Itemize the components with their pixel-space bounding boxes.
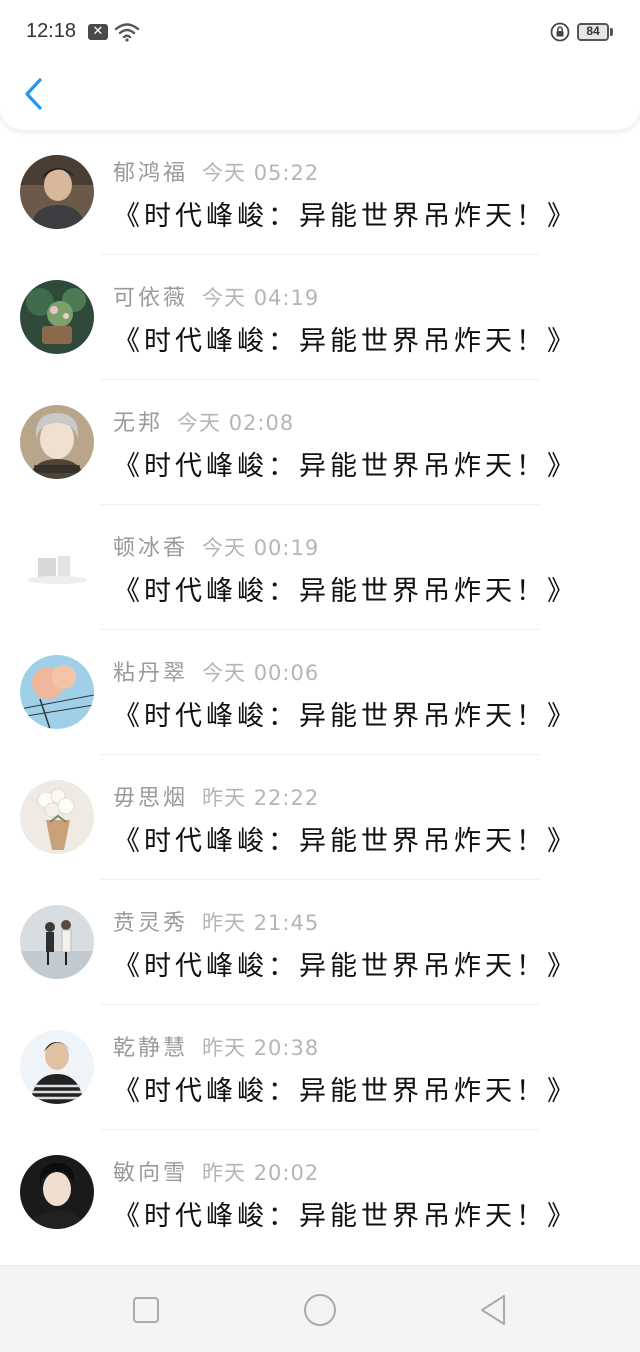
avatar: [20, 780, 94, 854]
list-item[interactable]: 贲灵秀 昨天 21:45 《时代峰峻：异能世界吊炸天！》: [0, 880, 640, 1005]
avatar: [20, 905, 94, 979]
list-item[interactable]: 郁鸿福 今天 05:22 《时代峰峻：异能世界吊炸天！》: [0, 130, 640, 255]
message-time: 昨天 21:45: [202, 911, 320, 935]
list-item[interactable]: 可依薇 今天 04:19 《时代峰峻：异能世界吊炸天！》: [0, 255, 640, 380]
avatar: [20, 1030, 94, 1104]
avatar: [20, 155, 94, 229]
list-item[interactable]: 无邦 今天 02:08 《时代峰峻：异能世界吊炸天！》: [0, 380, 640, 505]
message-text: 《时代峰峻：异能世界吊炸天！》: [113, 201, 578, 232]
recent-apps-button[interactable]: [124, 1288, 168, 1332]
list-item[interactable]: 粘丹翠 今天 00:06 《时代峰峻：异能世界吊炸天！》: [0, 630, 640, 755]
sender-name: 郁鸿福 今天 05:22: [113, 161, 320, 186]
battery-level: 84: [586, 24, 600, 38]
message-list: 郁鸿福 今天 05:22 《时代峰峻：异能世界吊炸天！》 可依薇 今天 04:19 …: [0, 130, 640, 1255]
avatar: [20, 530, 94, 604]
list-item[interactable]: 毋思烟 昨天 22:22 《时代峰峻：异能世界吊炸天！》: [0, 755, 640, 880]
message-time: 昨天 22:22: [202, 786, 320, 810]
message-time: 今天 04:19: [202, 286, 320, 310]
recent-apps-icon: [133, 1297, 159, 1323]
message-text: 《时代峰峻：异能世界吊炸天！》: [113, 451, 578, 482]
sender-name: 毋思烟 昨天 22:22: [113, 786, 320, 811]
message-text: 《时代峰峻：异能世界吊炸天！》: [113, 701, 578, 732]
notification-icon: ✕: [88, 24, 108, 40]
message-time: 昨天 20:02: [202, 1161, 320, 1185]
list-item[interactable]: 乾静慧 昨天 20:38 《时代峰峻：异能世界吊炸天！》: [0, 1005, 640, 1130]
chevron-left-icon: [25, 78, 42, 110]
battery-icon: 84: [577, 23, 609, 41]
back-icon: [481, 1295, 505, 1325]
message-time: 今天 02:08: [177, 411, 295, 435]
navigation-bar: [0, 1265, 640, 1352]
message-time: 今天 05:22: [202, 161, 320, 185]
avatar: [20, 1155, 94, 1229]
avatar: [20, 280, 94, 354]
back-button[interactable]: [14, 72, 54, 116]
home-button[interactable]: [298, 1288, 342, 1332]
message-text: 《时代峰峻：异能世界吊炸天！》: [113, 826, 578, 857]
sender-name: 敏向雪 昨天 20:02: [113, 1161, 320, 1186]
avatar: [20, 405, 94, 479]
list-item[interactable]: 敏向雪 昨天 20:02 《时代峰峻：异能世界吊炸天！》: [0, 1130, 640, 1255]
message-text: 《时代峰峻：异能世界吊炸天！》: [113, 576, 578, 607]
message-text: 《时代峰峻：异能世界吊炸天！》: [113, 1076, 578, 1107]
status-bar: 12:18 ✕ 84: [0, 0, 640, 64]
wifi-icon: [114, 22, 140, 42]
header-bar: 12:18 ✕ 84: [0, 0, 640, 130]
list-item[interactable]: 顿冰香 今天 00:19 《时代峰峻：异能世界吊炸天！》: [0, 505, 640, 630]
message-text: 《时代峰峻：异能世界吊炸天！》: [113, 326, 578, 357]
status-time: 12:18: [26, 20, 77, 42]
message-text: 《时代峰峻：异能世界吊炸天！》: [113, 1201, 578, 1232]
back-nav-button[interactable]: [472, 1288, 516, 1332]
message-text: 《时代峰峻：异能世界吊炸天！》: [113, 951, 578, 982]
message-time: 今天 00:19: [202, 536, 320, 560]
sender-name: 乾静慧 昨天 20:38: [113, 1036, 320, 1061]
sender-name: 顿冰香 今天 00:19: [113, 536, 320, 561]
avatar: [20, 655, 94, 729]
sender-name: 无邦 今天 02:08: [113, 411, 295, 436]
home-icon: [304, 1294, 336, 1326]
lock-rotation-icon: [550, 22, 570, 42]
message-time: 今天 00:06: [202, 661, 320, 685]
sender-name: 粘丹翠 今天 00:06: [113, 661, 320, 686]
battery-tip: [610, 28, 613, 36]
message-time: 昨天 20:38: [202, 1036, 320, 1060]
sender-name: 可依薇 今天 04:19: [113, 286, 320, 311]
sender-name: 贲灵秀 昨天 21:45: [113, 911, 320, 936]
